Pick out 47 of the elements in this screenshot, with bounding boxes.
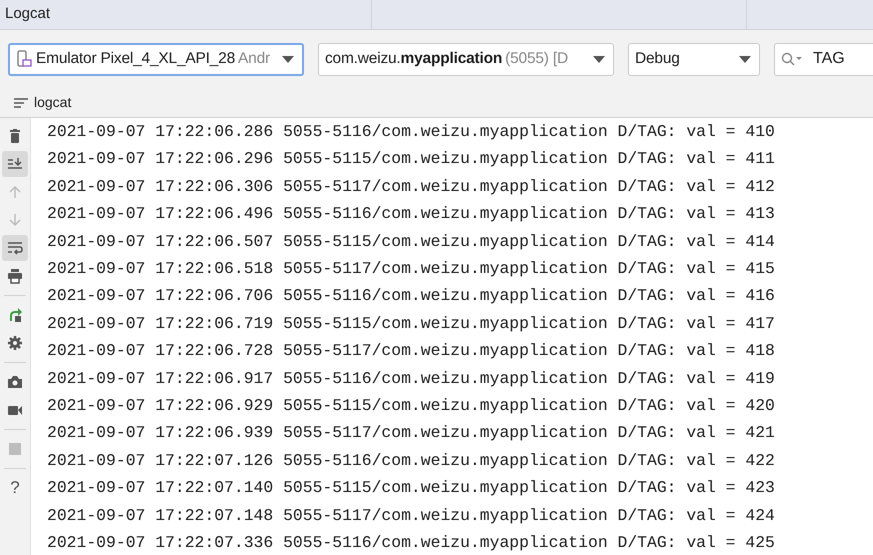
window-title: Logcat (5, 4, 50, 24)
down-arrow-icon (7, 212, 23, 228)
dropdown-caret-icon (282, 56, 294, 62)
log-line: 2021-09-07 17:22:06.306 5055-5117/com.weizu.myapplication D/TAG: val = 412 (47, 176, 775, 198)
log-line: 2021-09-07 17:22:06.728 5055-5117/com.weizu.myapplication D/TAG: val = 418 (47, 340, 775, 362)
scroll-to-end-icon (7, 156, 23, 172)
log-line: 2021-09-07 17:22:07.148 5055-5117/com.weizu.myapplication D/TAG: val = 424 (47, 504, 775, 527)
dropdown-detail: Andr (238, 49, 270, 70)
phone-icon (16, 50, 32, 68)
log-line: 2021-09-07 17:22:07.126 5055-5116/com.weizu.myapplication D/TAG: val = 422 (47, 450, 775, 472)
search-field[interactable]: TAG (774, 42, 873, 76)
stop-icon (7, 441, 23, 457)
settings-icon (7, 335, 23, 351)
search-icon (781, 52, 803, 66)
soft-wrap-icon (7, 240, 23, 256)
log-line: 2021-09-07 17:22:06.719 5055-5115/com.weizu.myapplication D/TAG: val = 417 (47, 312, 775, 335)
log-line: 2021-09-07 17:22:06.939 5055-5117/com.weizu.myapplication D/TAG: val = 421 (47, 422, 775, 444)
logcat-tab[interactable]: logcat (14, 92, 72, 113)
log-line: 2021-09-07 17:22:06.296 5055-5115/com.weizu.myapplication D/TAG: val = 411 (47, 148, 775, 170)
printer-icon (7, 268, 23, 284)
trash-icon (7, 128, 23, 144)
scroll-to-end-button[interactable] (2, 151, 28, 177)
log-line: 2021-09-07 17:22:07.336 5055-5116/com.weizu.myapplication D/TAG: val = 425 (47, 532, 775, 554)
search-value: TAG (813, 49, 845, 69)
dropdown-caret-icon (593, 56, 605, 62)
log-line: 2021-09-07 17:22:06.706 5055-5116/com.weizu.myapplication D/TAG: val = 416 (47, 285, 775, 308)
log-line: 2021-09-07 17:22:07.140 5055-5115/com.weizu.myapplication D/TAG: val = 423 (47, 477, 775, 500)
dropdown-detail: (5055) [D (505, 49, 568, 70)
log-line: 2021-09-07 17:22:06.286 5055-5116/com.weizu.myapplication D/TAG: val = 410 (47, 121, 775, 143)
up-arrow-icon (7, 184, 23, 200)
soft-wrap-button[interactable] (2, 235, 28, 261)
filter-dropdown[interactable]: Emulator Pixel_4_XL_API_28 Andr (8, 42, 304, 76)
help-button[interactable]: ? (2, 475, 28, 501)
log-line: 2021-09-07 17:22:06.518 5055-5117/com.weizu.myapplication D/TAG: val = 415 (47, 258, 775, 280)
dropdown-caret-icon (739, 56, 751, 62)
dropdown-value: Emulator Pixel_4_XL_API_28 (36, 49, 236, 70)
dropdown-value: Debug (635, 49, 680, 70)
log-line: 2021-09-07 17:22:06.917 5055-5116/com.weizu.myapplication D/TAG: val = 419 (47, 368, 775, 390)
lines-icon (14, 98, 28, 108)
filter-dropdown[interactable]: Debug (628, 42, 760, 76)
log-line: 2021-09-07 17:22:06.507 5055-5115/com.weizu.myapplication D/TAG: val = 414 (47, 230, 775, 253)
dropdown-value: com.weizu.myapplication (325, 49, 502, 70)
filter-dropdown[interactable]: com.weizu.myapplication (5055) [D (318, 42, 614, 76)
restart-arrow-icon (7, 307, 23, 323)
camera-icon (7, 374, 23, 390)
log-line: 2021-09-07 17:22:06.496 5055-5116/com.weizu.myapplication D/TAG: val = 413 (47, 203, 775, 226)
log-line: 2021-09-07 17:22:06.929 5055-5115/com.weizu.myapplication D/TAG: val = 420 (47, 395, 775, 418)
